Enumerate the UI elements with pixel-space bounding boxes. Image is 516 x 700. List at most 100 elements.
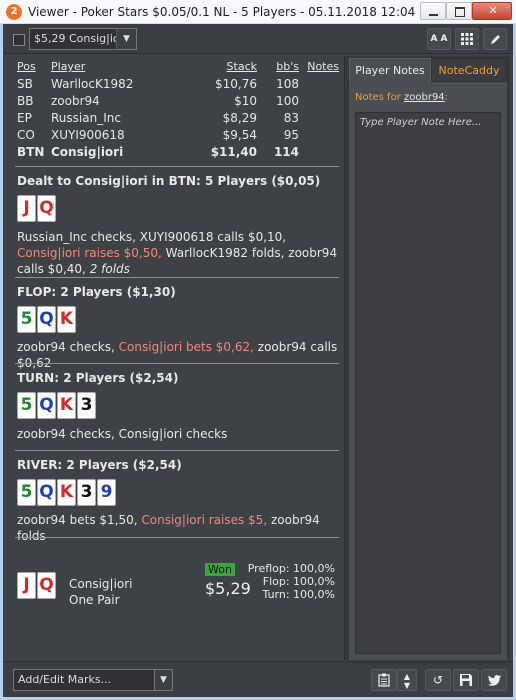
action-text: zoobr94 bets $1,50, (17, 513, 138, 527)
won-badge: Won (205, 563, 235, 576)
player-note-input[interactable]: Type Player Note Here... (355, 112, 501, 654)
chevron-down-icon[interactable]: ▼ (116, 28, 137, 50)
hole-cards: JQ (17, 195, 57, 223)
card: K (57, 392, 76, 419)
table-row[interactable]: BB zoobr94 $10 100 (11, 94, 341, 111)
notes-panel: Player Notes NoteCaddy Notes for zoobr94… (344, 56, 510, 660)
player-bbs: 114 (273, 145, 299, 159)
grid-icon[interactable] (455, 28, 479, 50)
hero-action-text: Consig|iori raises $5, (141, 513, 268, 527)
player-stack: $9,54 (222, 128, 257, 142)
app-logo-icon: 2 (6, 4, 22, 20)
card: 3 (77, 479, 96, 506)
turn-actions: zoobr94 checks, Consig|iori checks (17, 426, 339, 442)
player-bbs: 95 (283, 128, 299, 142)
table-row[interactable]: CO XUYI900618 $9,54 95 (11, 128, 341, 145)
summary-hole-cards: JQ (17, 572, 57, 600)
player-name[interactable]: XUYI900618 (51, 128, 125, 142)
summary-hand-rank: One Pair (69, 593, 120, 607)
undo-icon[interactable]: ↺ (425, 669, 451, 691)
card: Q (37, 479, 56, 506)
player-name[interactable]: zoobr94 (51, 94, 100, 108)
player-stack: $10 (234, 94, 257, 108)
chevron-down-icon[interactable]: ▼ (154, 669, 173, 691)
save-icon[interactable] (453, 669, 479, 691)
header-player: Player (51, 60, 86, 73)
card: 9 (97, 479, 116, 506)
player-name[interactable]: WarllocK1982 (51, 77, 133, 91)
card: 5 (17, 479, 36, 506)
viewer-app: $5,29 Consig|iori ▼ A A Pos Player Stack… (0, 24, 516, 700)
summary-player: Consig|iori (69, 577, 133, 591)
player-pos: SB (17, 77, 33, 91)
clipboard-icon[interactable] (371, 669, 397, 691)
hero-action-text: Consig|iori raises $0,50, (17, 246, 162, 260)
card: Q (37, 572, 56, 599)
preflop-actions: Russian_Inc checks, XUYI900618 calls $0,… (17, 229, 339, 277)
hero-action-text: Consig|iori bets $0,62, (118, 340, 254, 354)
card: J (17, 195, 36, 222)
minimize-button[interactable] (420, 2, 446, 20)
notes-for-prefix: Notes for (355, 92, 401, 103)
notes-player-link[interactable]: zoobr94 (404, 92, 445, 103)
player-pos: CO (17, 128, 35, 142)
header-pos: Pos (17, 60, 36, 73)
player-name[interactable]: Consig|iori (51, 145, 123, 159)
header-stack: Stack (226, 60, 257, 73)
player-bbs: 100 (276, 94, 299, 108)
card: 5 (17, 392, 36, 419)
card: Q (37, 195, 56, 222)
divider (15, 450, 339, 451)
pencil-icon[interactable] (483, 28, 507, 50)
close-button[interactable] (472, 2, 513, 20)
tab-notecaddy[interactable]: NoteCaddy (431, 58, 507, 82)
equity-turn: Turn: 100,0% (262, 588, 335, 601)
folds-count: 2 folds (89, 262, 130, 276)
player-pos: EP (17, 111, 32, 125)
action-text: Russian_Inc checks, XUYI900618 calls $0,… (17, 230, 287, 244)
font-size-button[interactable]: A A (427, 28, 451, 50)
divider (15, 537, 339, 538)
notes-body: Notes for zoobr94: Type Player Note Here… (349, 82, 507, 660)
player-pos: BB (17, 94, 34, 108)
board-cards: 5QK39 (17, 479, 117, 507)
top-toolbar: $5,29 Consig|iori ▼ A A (3, 24, 513, 54)
player-bbs: 83 (283, 111, 299, 125)
player-name[interactable]: Russian_Inc (51, 111, 121, 125)
flop-title: FLOP: 2 Players ($1,30) (17, 285, 176, 299)
header-bbs: bb's (276, 60, 299, 73)
twitter-icon[interactable] (481, 669, 507, 691)
card: 5 (17, 306, 36, 333)
player-stack: $8,29 (222, 111, 257, 125)
hand-select-checkbox[interactable] (13, 34, 25, 46)
notes-for-suffix: : (444, 92, 449, 103)
bottom-toolbar: Add/Edit Marks... ▼ ▲ ▼ ↺ (3, 661, 513, 697)
action-text: zoobr94 checks, Consig|iori checks (17, 427, 228, 441)
table-row[interactable]: EP Russian_Inc $8,29 83 (11, 111, 341, 128)
table-row[interactable]: SB WarllocK1982 $10,76 108 (11, 77, 341, 94)
card: K (57, 479, 76, 506)
window-title: Viewer - Poker Stars $0.05/0.1 NL - 5 Pl… (28, 5, 416, 19)
equity-preflop: Preflop: 100,0% (247, 562, 335, 575)
updown-icon[interactable]: ▲ ▼ (397, 669, 417, 691)
won-amount: $5,29 (205, 579, 251, 598)
river-actions: zoobr94 bets $1,50, Consig|iori raises $… (17, 512, 339, 544)
turn-title: TURN: 2 Players ($2,54) (17, 371, 179, 385)
table-row-hero[interactable]: BTN Consig|iori $11,40 114 (11, 145, 341, 162)
player-bbs: 108 (276, 77, 299, 91)
player-stack: $11,40 (210, 145, 257, 159)
divider (15, 166, 339, 167)
player-pos: BTN (17, 145, 45, 159)
card: Q (37, 306, 56, 333)
window-titlebar: 2 Viewer - Poker Stars $0.05/0.1 NL - 5 … (0, 0, 516, 24)
tab-player-notes[interactable]: Player Notes (349, 58, 431, 82)
maximize-button[interactable] (446, 2, 472, 20)
board-cards: 5QK3 (17, 392, 97, 420)
river-title: RIVER: 2 Players ($2,54) (17, 458, 182, 472)
card: J (17, 572, 36, 599)
header-notes: Notes (307, 60, 339, 73)
card: Q (37, 392, 56, 419)
divider (15, 277, 339, 278)
hand-history-panel: Pos Player Stack bb's Notes SB WarllocK1… (11, 56, 341, 658)
marks-dropdown[interactable]: Add/Edit Marks... (13, 669, 155, 691)
